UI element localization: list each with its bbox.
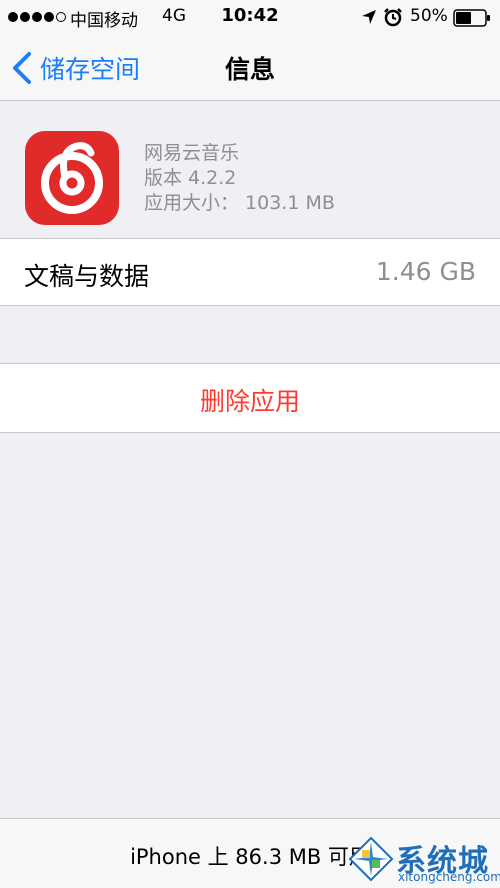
- battery-icon: [453, 9, 490, 27]
- navigation-bar: 储存空间 信息: [0, 36, 500, 101]
- documents-data-row: 文稿与数据 1.46 GB: [0, 238, 500, 306]
- delete-app-label: 删除应用: [199, 387, 300, 416]
- page-title: 信息: [224, 55, 275, 84]
- documents-data-value: 1.46 GB: [375, 257, 476, 286]
- app-name: 网易云音乐: [144, 142, 240, 164]
- watermark-domain: xitongcheng.com: [398, 870, 500, 884]
- documents-data-label: 文稿与数据: [24, 262, 150, 291]
- watermark: 系统城 xitongcheng.com: [346, 832, 500, 888]
- delete-app-button[interactable]: 删除应用: [0, 363, 500, 433]
- alarm-clock-icon: [384, 8, 402, 27]
- status-bar: 中国移动 4G 10:42 50%: [0, 0, 500, 36]
- app-info-section: 网易云音乐 版本 4.2.2 应用大小： 103.1 MB: [0, 101, 500, 238]
- app-version: 版本 4.2.2: [144, 167, 237, 189]
- app-details: 网易云音乐 版本 4.2.2 应用大小： 103.1 MB: [144, 141, 335, 216]
- netease-cloud-music-icon: [25, 131, 119, 225]
- location-arrow-icon: [362, 10, 376, 24]
- app-size: 应用大小： 103.1 MB: [144, 192, 335, 214]
- battery-percentage: 50%: [410, 6, 448, 26]
- watermark-logo-icon: [348, 836, 394, 882]
